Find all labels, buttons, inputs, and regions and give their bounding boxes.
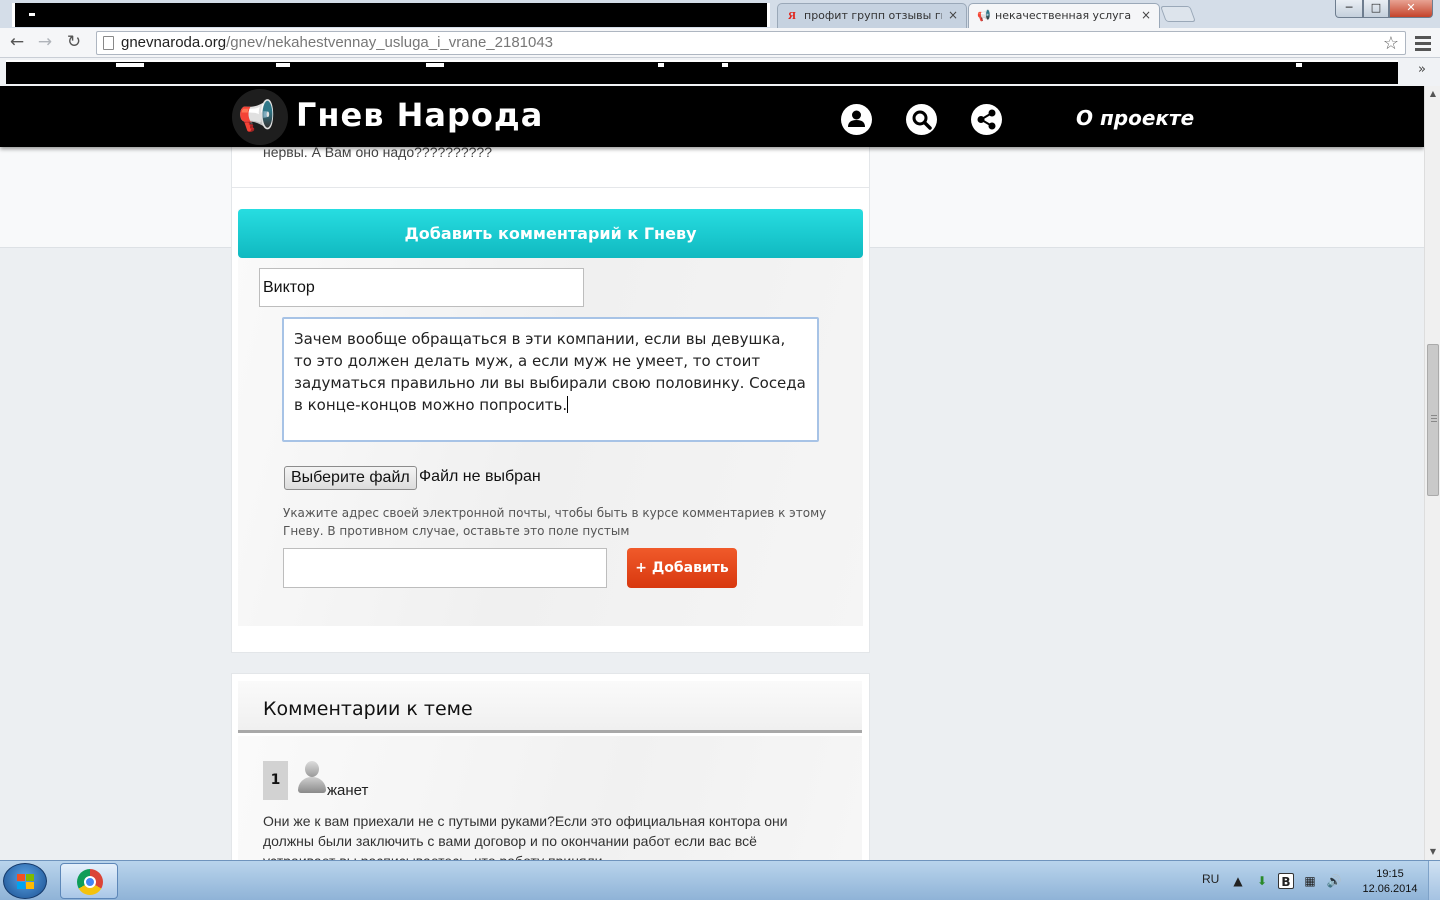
reload-icon[interactable]: ↻ <box>63 31 85 53</box>
avatar <box>297 759 327 795</box>
add-comment-button[interactable]: + Добавить <box>627 548 737 588</box>
browser-toolbar: ← → ↻ gnevnaroda.org/gnev/nekahestvennay… <box>0 28 1440 58</box>
clock-date: 12.06.2014 <box>1362 883 1418 895</box>
page-scrollbar[interactable]: ▲ ▼ <box>1424 86 1440 860</box>
tab-strip: Я профит групп отзывы гн × 📢 некачествен… <box>0 0 1440 28</box>
page-icon <box>103 36 114 50</box>
name-input[interactable] <box>259 268 584 307</box>
menu-icon[interactable] <box>1414 33 1432 53</box>
url-path: /gnev/nekahestvennay_usluga_i_vrane_2181… <box>226 34 554 51</box>
url-host: gnevnaroda.org <box>121 34 227 51</box>
tab-title: некачественная услуга и <box>995 9 1135 22</box>
clock-time: 19:15 <box>1376 868 1404 880</box>
tab-yandex[interactable]: Я профит групп отзывы гн × <box>777 3 967 28</box>
megaphone-icon: 📢 <box>238 99 276 134</box>
yandex-icon: Я <box>788 10 796 22</box>
forward-arrow-icon[interactable]: → <box>34 31 56 53</box>
new-tab-button[interactable] <box>1160 6 1196 22</box>
search-icon[interactable] <box>906 104 937 135</box>
vk-tray-icon[interactable]: B <box>1278 873 1294 889</box>
comment-form-header: Добавить комментарий к Гневу <box>238 209 863 258</box>
window-close-button[interactable]: ✕ <box>1389 0 1433 18</box>
megaphone-icon: 📢 <box>977 9 991 22</box>
taskbar-chrome[interactable] <box>60 863 118 899</box>
start-button[interactable] <box>3 863 47 899</box>
chrome-icon <box>77 869 103 895</box>
redacted-tab <box>12 3 770 27</box>
share-icon[interactable] <box>971 104 1002 135</box>
redacted-bookmarks <box>6 60 1398 84</box>
comments-title: Комментарии к теме <box>263 698 473 720</box>
bookmarks-bar: » <box>0 58 1440 86</box>
network-icon[interactable]: ▦ <box>1302 873 1318 889</box>
email-hint: Укажите адрес своей электронной почты, ч… <box>283 506 827 538</box>
scrollbar-thumb[interactable] <box>1427 344 1439 496</box>
site-header: 📢 Гнев Народа О проекте <box>0 86 1424 147</box>
tab-title: профит групп отзывы гн <box>804 9 942 22</box>
site-logo-text[interactable]: Гнев Народа <box>296 96 543 134</box>
windows-flag-icon <box>17 874 35 890</box>
maximize-button[interactable]: □ <box>1363 0 1389 18</box>
comment-textarea[interactable]: Зачем вообще обращаться в эти компании, … <box>282 317 819 442</box>
scroll-up-icon[interactable]: ▲ <box>1425 86 1440 102</box>
taskbar: RU ▲ ⬇ B ▦ 🔊 19:15 12.06.2014 <box>0 860 1440 900</box>
file-status: Файл не выбран <box>419 468 541 485</box>
page-viewport: нервы. А Вам оно надо?????????? Добавить… <box>0 86 1424 860</box>
minimize-button[interactable]: ─ <box>1335 0 1363 18</box>
language-indicator[interactable]: RU <box>1202 872 1219 886</box>
email-input[interactable] <box>283 548 607 588</box>
comment-author[interactable]: жанет <box>327 782 368 799</box>
download-tray-icon[interactable]: ⬇ <box>1254 873 1270 889</box>
comment-number: 1 <box>263 761 288 800</box>
tray-expand-icon[interactable]: ▲ <box>1230 873 1246 889</box>
clock[interactable]: 19:15 12.06.2014 <box>1362 867 1418 897</box>
user-icon[interactable] <box>841 104 872 135</box>
back-arrow-icon[interactable]: ← <box>6 31 28 53</box>
comment-text-value: Зачем вообще обращаться в эти компании, … <box>294 330 806 414</box>
bookmarks-overflow-icon[interactable]: » <box>1418 62 1426 77</box>
text-caret <box>567 396 569 413</box>
divider <box>232 187 869 188</box>
volume-icon[interactable]: 🔊 <box>1326 873 1342 889</box>
close-icon[interactable]: × <box>1141 8 1151 22</box>
scroll-down-icon[interactable]: ▼ <box>1425 844 1440 860</box>
address-bar[interactable]: gnevnaroda.org/gnev/nekahestvennay_uslug… <box>96 31 1406 55</box>
bookmark-star-icon[interactable]: ☆ <box>1383 32 1399 54</box>
choose-file-button[interactable]: Выберите файл <box>284 466 417 490</box>
tab-gnev-active[interactable]: 📢 некачественная услуга и × <box>968 3 1160 28</box>
show-desktop-button[interactable] <box>1428 861 1440 900</box>
close-icon[interactable]: × <box>948 8 958 22</box>
nav-about-link[interactable]: О проекте <box>1076 106 1194 130</box>
comment-body: Они же к вам приехали не с путыми руками… <box>263 813 788 860</box>
